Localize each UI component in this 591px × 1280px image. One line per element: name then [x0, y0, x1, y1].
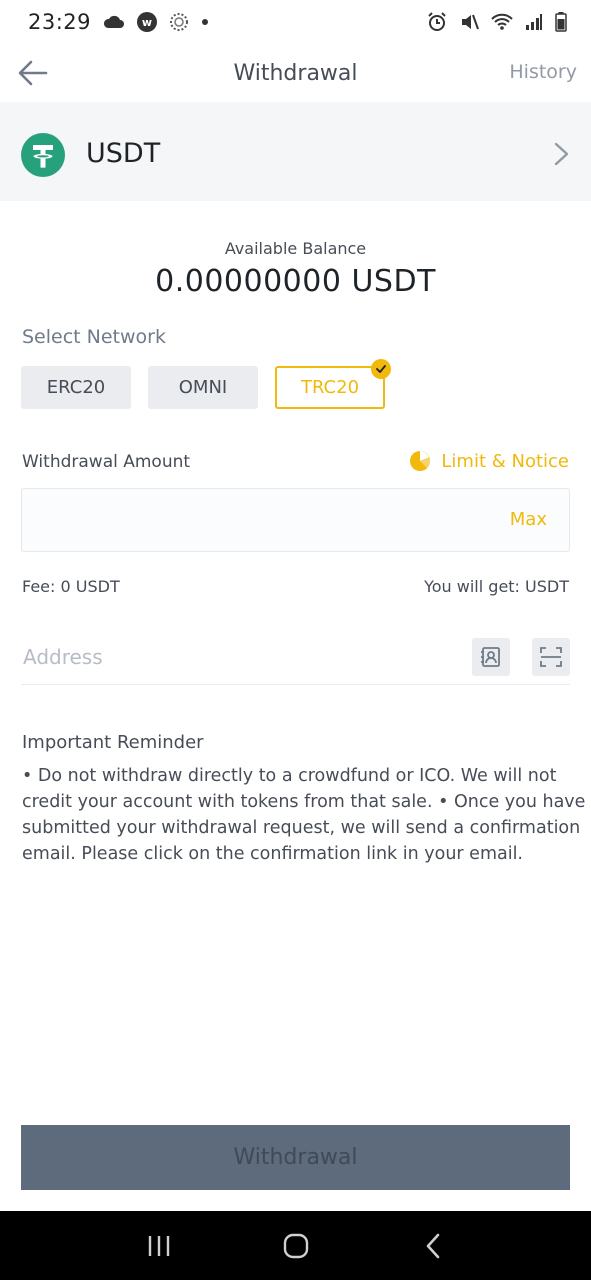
w-app-icon: w [137, 12, 158, 32]
reminder-title: Important Reminder [22, 732, 204, 753]
submit-label: Withdrawal [233, 1145, 358, 1170]
pie-chart-icon [410, 451, 431, 471]
status-bar: 23:29 w [0, 0, 591, 44]
coin-selector[interactable]: USDT [0, 102, 591, 201]
recent-apps-button[interactable] [139, 1226, 179, 1266]
coin-name: USDT [86, 138, 161, 169]
check-icon [371, 359, 391, 379]
amount-input-box: Max [21, 488, 570, 552]
svg-text:w: w [142, 16, 152, 29]
battery-icon [555, 12, 567, 32]
network-option-erc20[interactable]: ERC20 [21, 366, 131, 409]
amount-label: Withdrawal Amount [22, 452, 191, 472]
withdrawal-submit-button[interactable]: Withdrawal [21, 1125, 570, 1190]
network-option-label: ERC20 [46, 377, 106, 398]
reminder-body: • Do not withdraw directly to a crowdfun… [22, 766, 586, 864]
app-header: Withdrawal History [0, 44, 591, 102]
scan-qr-button[interactable] [532, 638, 570, 676]
recent-apps-icon [148, 1235, 169, 1256]
status-left: 23:29 w [28, 10, 209, 34]
network-option-label: OMNI [178, 377, 228, 398]
address-book-button[interactable] [472, 638, 510, 676]
cloud-icon [104, 15, 125, 28]
back-nav-icon [426, 1233, 439, 1258]
network-option-trc20[interactable]: TRC20 [275, 359, 391, 409]
network-option-label: TRC20 [300, 377, 360, 398]
loading-icon [170, 13, 189, 31]
back-arrow-icon[interactable] [16, 56, 50, 90]
receive-amount-text: You will get: USDT [424, 577, 569, 596]
page-title: Withdrawal [233, 60, 358, 86]
wifi-icon [491, 13, 513, 30]
history-link[interactable]: History [509, 61, 577, 83]
status-time: 23:29 [28, 10, 92, 34]
limit-notice-label: Limit & Notice [441, 450, 569, 472]
chevron-right-icon [554, 142, 569, 166]
system-nav-bar [0, 1211, 591, 1280]
mute-icon [462, 14, 479, 30]
address-input[interactable] [21, 636, 455, 678]
alarm-icon [428, 12, 446, 31]
dot-icon [202, 19, 209, 25]
scan-icon [540, 647, 562, 667]
home-button[interactable] [276, 1226, 316, 1266]
back-button[interactable] [413, 1226, 453, 1266]
balance-label: Available Balance [224, 239, 367, 258]
limit-notice-link[interactable]: Limit & Notice [409, 450, 569, 472]
address-book-icon [481, 647, 500, 667]
fee-text: Fee: 0 USDT [22, 577, 120, 596]
signal-icon [526, 14, 542, 30]
max-button[interactable]: Max [510, 509, 547, 530]
address-row [21, 632, 570, 685]
home-icon [283, 1233, 308, 1258]
amount-input[interactable] [22, 489, 478, 551]
status-right [427, 12, 567, 32]
usdt-coin-icon [21, 133, 65, 177]
balance-value: 0.00000000 USDT [155, 264, 436, 299]
network-option-omni[interactable]: OMNI [148, 366, 258, 409]
network-label: Select Network [22, 326, 166, 348]
